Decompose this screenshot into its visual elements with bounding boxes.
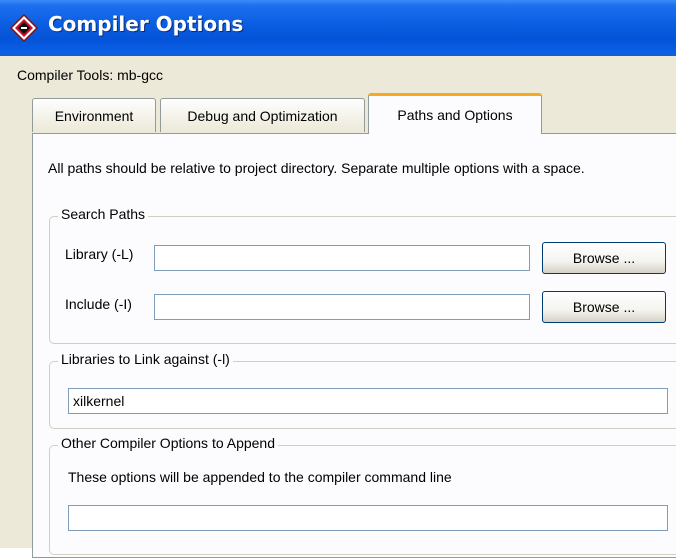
tab-paths-and-options[interactable]: Paths and Options (368, 93, 542, 134)
include-path-input[interactable] (154, 294, 530, 320)
include-browse-button[interactable]: Browse ... (542, 291, 666, 323)
libraries-legend: Libraries to Link against (-l) (58, 351, 233, 367)
paths-and-options-panel: All paths should be relative to project … (32, 133, 676, 558)
libraries-input[interactable]: xilkernel (68, 388, 668, 414)
compiler-tools-label: Compiler Tools: mb-gcc (17, 67, 164, 83)
compiler-options-dialog: Compiler Options Compiler Tools: mb-gcc … (0, 0, 676, 558)
include-path-label: Include (-I) (65, 296, 132, 312)
other-options-input[interactable] (68, 505, 668, 531)
intro-text: All paths should be relative to project … (48, 160, 585, 176)
xilinx-app-icon (9, 13, 39, 43)
other-options-note: These options will be appended to the co… (68, 469, 452, 485)
tab-debug-and-optimization[interactable]: Debug and Optimization (160, 98, 365, 132)
tab-environment[interactable]: Environment (32, 98, 156, 132)
library-path-input[interactable] (154, 245, 530, 271)
window-title: Compiler Options (48, 12, 244, 36)
other-options-legend: Other Compiler Options to Append (58, 435, 279, 451)
library-path-label: Library (-L) (65, 246, 134, 262)
other-compiler-options-group: Other Compiler Options to Append These o… (49, 435, 676, 555)
libraries-to-link-group: Libraries to Link against (-l) xilkernel (49, 351, 676, 429)
search-paths-group: Search Paths Library (-L) Browse ... Inc… (49, 206, 676, 344)
title-bar[interactable]: Compiler Options (0, 0, 676, 56)
search-paths-legend: Search Paths (58, 206, 149, 222)
library-browse-button[interactable]: Browse ... (542, 242, 666, 274)
